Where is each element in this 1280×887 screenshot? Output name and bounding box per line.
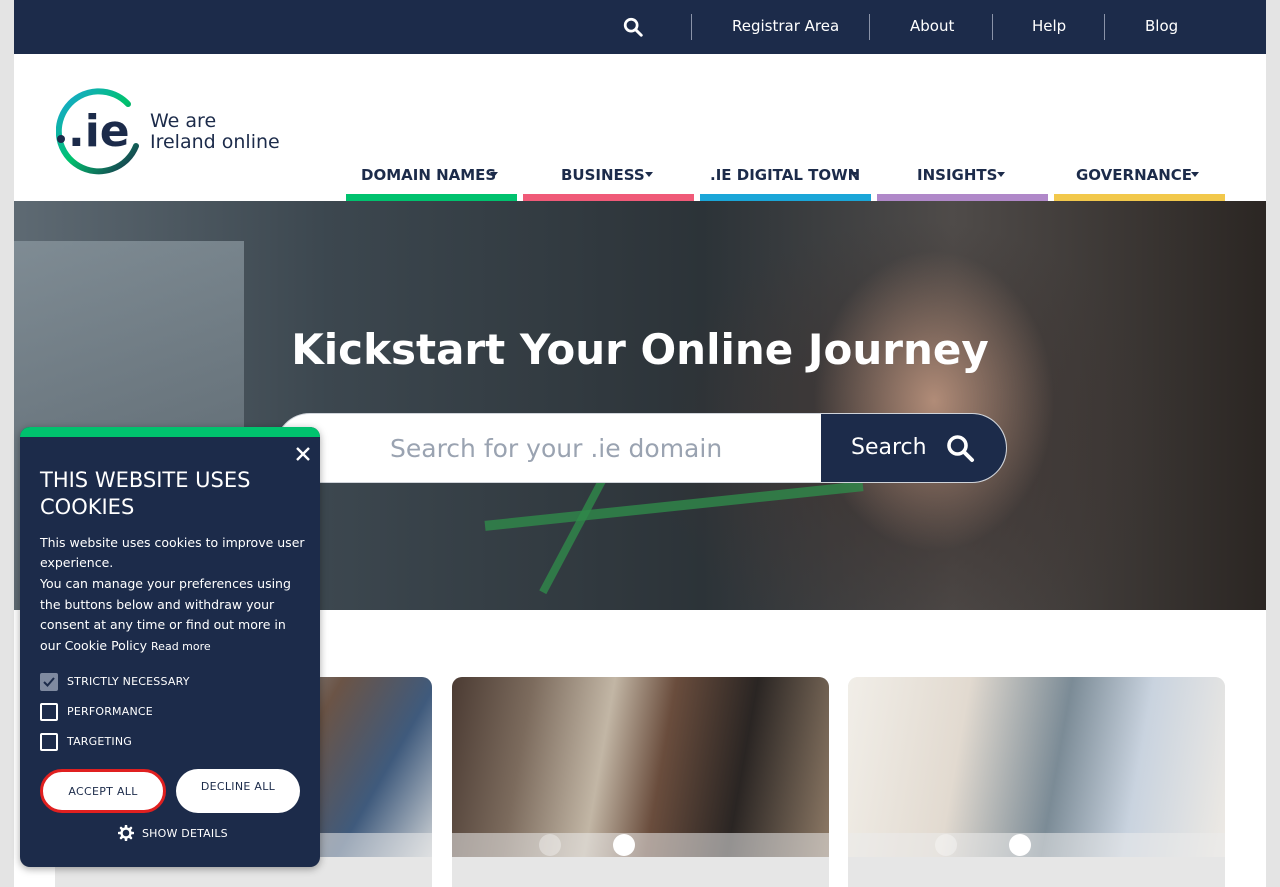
nav-label: BUSINESS bbox=[561, 166, 645, 184]
cookie-text-1: This website uses cookies to improve use… bbox=[40, 535, 305, 570]
nav-item-governance[interactable]: GOVERNANCE bbox=[1054, 160, 1225, 201]
nav-label: GOVERNANCE bbox=[1076, 166, 1193, 184]
option-label: TARGETING bbox=[67, 735, 133, 748]
domain-search-button[interactable]: Search bbox=[821, 414, 1006, 482]
cookie-consent-panel: THIS WEBSITE USES COOKIES This website u… bbox=[20, 427, 320, 867]
logo-tagline-line1: We are bbox=[150, 110, 217, 132]
chevron-down-icon bbox=[645, 172, 653, 177]
divider bbox=[992, 14, 993, 40]
nav-color-bar bbox=[1054, 194, 1225, 201]
logo-tagline-line2: Ireland online bbox=[150, 131, 280, 153]
card-image bbox=[848, 677, 1225, 857]
checkbox-checked[interactable] bbox=[40, 673, 58, 691]
decline-all-label: DECLINE ALL bbox=[200, 780, 276, 793]
search-icon bbox=[947, 435, 974, 462]
help-link[interactable]: Help bbox=[1032, 17, 1066, 35]
search-button-label: Search bbox=[851, 435, 927, 460]
nav-color-bar bbox=[346, 194, 517, 201]
chevron-down-icon bbox=[1191, 172, 1199, 177]
cookie-text-2: You can manage your preferences using th… bbox=[40, 574, 305, 657]
logo-text: .ie bbox=[68, 106, 130, 157]
top-utility-bar: Registrar Area About Help Blog bbox=[14, 0, 1266, 54]
option-label: PERFORMANCE bbox=[67, 705, 153, 718]
slider-dot[interactable] bbox=[935, 834, 957, 856]
cookie-option-performance[interactable]: PERFORMANCE bbox=[40, 702, 300, 722]
slider-dot[interactable] bbox=[1009, 834, 1031, 856]
gear-icon bbox=[118, 825, 134, 841]
nav-color-bar bbox=[877, 194, 1048, 201]
card-slider-strip bbox=[848, 833, 1225, 857]
nav-item-insights[interactable]: INSIGHTS bbox=[877, 160, 1048, 201]
accept-all-label: ACCEPT ALL bbox=[68, 785, 138, 798]
card-image bbox=[452, 677, 829, 857]
feature-card[interactable] bbox=[848, 677, 1225, 887]
chevron-down-icon bbox=[490, 172, 498, 177]
slider-dot[interactable] bbox=[539, 834, 561, 856]
accept-all-button[interactable]: ACCEPT ALL bbox=[40, 769, 166, 813]
checkbox[interactable] bbox=[40, 703, 58, 721]
feature-card[interactable] bbox=[452, 677, 829, 887]
domain-search-input[interactable] bbox=[276, 414, 822, 482]
chevron-down-icon bbox=[850, 172, 858, 177]
cookie-option-strictly-necessary[interactable]: STRICTLY NECESSARY bbox=[40, 672, 300, 692]
hero-background-bike bbox=[484, 481, 864, 531]
cookie-title: THIS WEBSITE USES COOKIES bbox=[40, 468, 251, 519]
show-details-label: SHOW DETAILS bbox=[142, 827, 228, 840]
card-slider-strip bbox=[452, 833, 829, 857]
blog-link[interactable]: Blog bbox=[1145, 17, 1178, 35]
divider bbox=[1104, 14, 1105, 40]
registrar-area-link[interactable]: Registrar Area bbox=[732, 17, 839, 35]
ie-logo-mark: .ie bbox=[56, 88, 139, 175]
nav-item-ie-digital-town[interactable]: .IE DIGITAL TOWN bbox=[700, 160, 871, 201]
chevron-down-icon bbox=[997, 172, 1005, 177]
slider-dot[interactable] bbox=[613, 834, 635, 856]
nav-label: .IE DIGITAL TOWN bbox=[710, 166, 861, 184]
hero-heading: Kickstart Your Online Journey bbox=[291, 325, 989, 374]
decline-all-button[interactable]: DECLINE ALL bbox=[176, 769, 300, 813]
site-logo[interactable]: .ie We are Ireland online bbox=[56, 86, 286, 176]
domain-search-form: Search bbox=[275, 413, 1007, 483]
cookie-option-targeting[interactable]: TARGETING bbox=[40, 732, 300, 752]
option-label: STRICTLY NECESSARY bbox=[67, 675, 190, 688]
divider bbox=[691, 14, 692, 40]
about-link[interactable]: About bbox=[910, 17, 954, 35]
nav-item-business[interactable]: BUSINESS bbox=[523, 160, 694, 201]
nav-color-bar bbox=[523, 194, 694, 201]
checkbox[interactable] bbox=[40, 733, 58, 751]
nav-label: DOMAIN NAMES bbox=[361, 166, 497, 184]
nav-color-bar bbox=[700, 194, 871, 201]
read-more-link[interactable]: Read more bbox=[151, 640, 211, 653]
nav-label: INSIGHTS bbox=[917, 166, 998, 184]
close-icon[interactable] bbox=[294, 445, 312, 463]
cookie-panel-accent bbox=[20, 427, 320, 437]
search-icon[interactable] bbox=[622, 16, 644, 38]
show-details-button[interactable]: SHOW DETAILS bbox=[118, 825, 238, 843]
nav-item-domain-names[interactable]: DOMAIN NAMES bbox=[346, 160, 517, 201]
divider bbox=[869, 14, 870, 40]
check-icon bbox=[43, 677, 55, 687]
